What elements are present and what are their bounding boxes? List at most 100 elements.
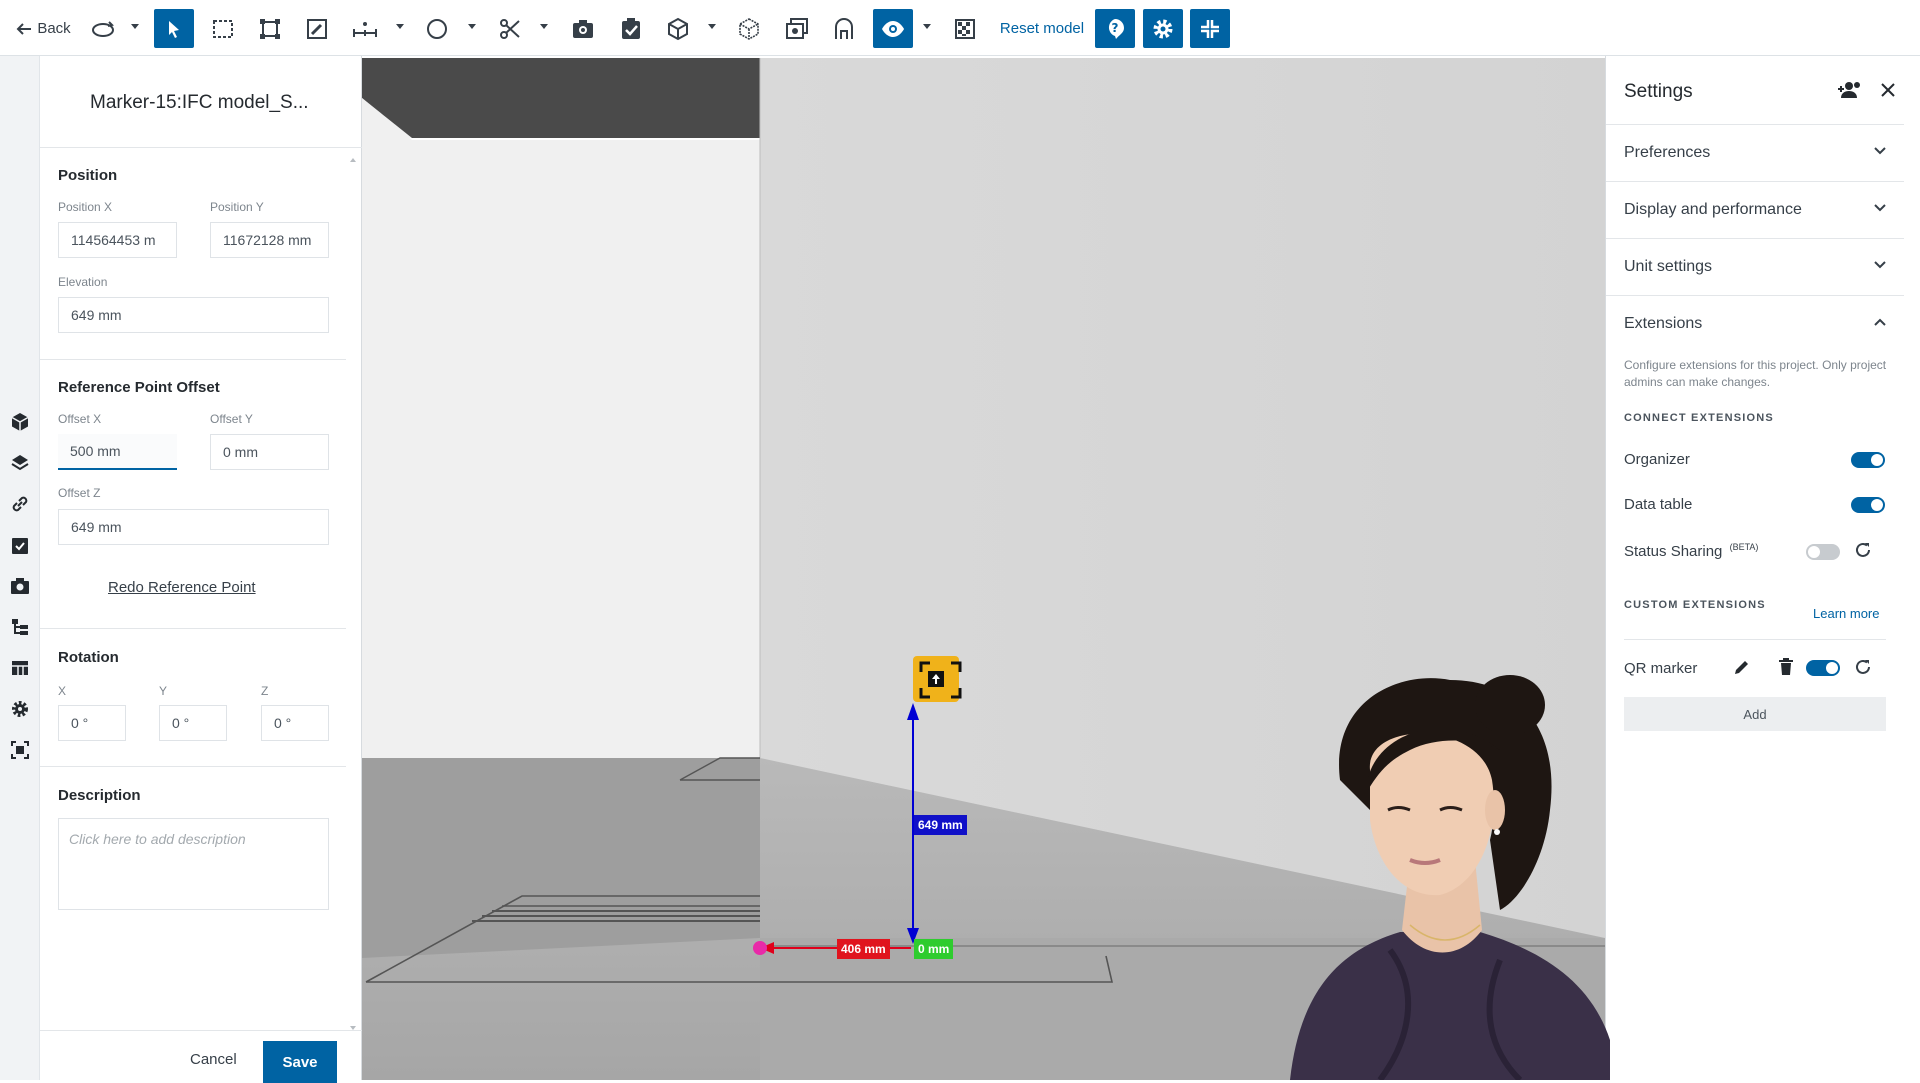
help-button[interactable]: ?	[1095, 9, 1135, 48]
spaces-button[interactable]	[829, 9, 859, 48]
chevron-down-icon[interactable]	[923, 24, 931, 29]
z-dimension-label: 649 mm	[914, 815, 967, 835]
presenter-blouse	[1290, 932, 1610, 1080]
shape-tool-button[interactable]	[422, 9, 452, 48]
accordion-unit-settings[interactable]: Unit settings	[1606, 239, 1904, 296]
settings-button[interactable]	[1143, 9, 1183, 48]
cursor-arrow-icon	[169, 20, 179, 38]
select-tool-button[interactable]	[154, 9, 194, 48]
trash-icon[interactable]	[1778, 658, 1794, 676]
rail-links-button[interactable]	[6, 490, 34, 518]
description-textarea[interactable]: Click here to add description	[58, 818, 329, 910]
position-y-input[interactable]: 11672128 mm	[210, 222, 329, 258]
chevron-down-icon	[1874, 204, 1886, 212]
reset-model-button[interactable]: Reset model	[992, 9, 1092, 48]
qr-marker-toggle[interactable]	[1806, 660, 1840, 676]
views-button[interactable]	[782, 9, 812, 48]
collapse-button[interactable]	[1190, 9, 1230, 48]
chevron-down-icon[interactable]	[468, 24, 476, 29]
redo-reference-point-link[interactable]: Redo Reference Point	[108, 579, 256, 596]
orbit-tool-button[interactable]	[88, 9, 118, 48]
rail-todos-button[interactable]	[6, 531, 34, 559]
refresh-icon[interactable]	[1854, 658, 1872, 676]
rail-snapshots-button[interactable]	[6, 572, 34, 600]
clip-tool-button[interactable]	[495, 9, 525, 48]
organizer-toggle[interactable]	[1851, 452, 1885, 468]
ghost-mode-button[interactable]	[734, 9, 764, 48]
cancel-button[interactable]: Cancel	[190, 1051, 237, 1068]
cog-badge-icon	[12, 701, 28, 717]
rotation-y-input[interactable]: 0 °	[159, 705, 227, 741]
accordion-label: Display and performance	[1624, 201, 1802, 218]
learn-more-link[interactable]: Learn more	[1813, 606, 1879, 621]
arrow-left-icon	[16, 22, 32, 35]
collapse-arrows-icon	[1201, 19, 1219, 38]
toggle-knob	[1808, 546, 1820, 558]
orbit-icon	[92, 20, 114, 37]
offset-x-label: Offset X	[58, 412, 102, 426]
checkerboard-icon	[955, 18, 975, 39]
chevron-down-icon	[1874, 261, 1886, 269]
rail-qr-marker-button[interactable]	[6, 736, 34, 764]
position-x-input[interactable]: 114564453 m	[58, 222, 177, 258]
tree-list-icon	[12, 619, 28, 635]
cube-icon	[668, 17, 688, 40]
pencil-icon[interactable]	[1733, 658, 1751, 676]
data-table-toggle[interactable]	[1851, 497, 1885, 513]
checkerboard-button[interactable]	[950, 9, 980, 48]
chevron-down-icon[interactable]	[708, 24, 716, 29]
toggle-knob	[1826, 662, 1838, 674]
rail-data-table-button[interactable]	[6, 654, 34, 682]
position-section-title: Position	[58, 167, 118, 184]
measure-icon	[353, 21, 377, 37]
back-label: Back	[37, 20, 71, 37]
status-sharing-toggle[interactable]	[1806, 544, 1840, 560]
close-icon[interactable]	[1881, 83, 1895, 97]
rail-organizer-button[interactable]	[6, 613, 34, 641]
snapshot-button[interactable]	[568, 9, 598, 48]
measure-tool-button[interactable]	[350, 9, 380, 48]
layers-icon	[11, 455, 29, 471]
refresh-icon[interactable]	[1854, 541, 1872, 559]
fit-selection-button[interactable]	[255, 9, 285, 48]
chevron-down-icon[interactable]	[396, 24, 404, 29]
qr-scan-icon	[11, 741, 29, 759]
accordion-display-performance[interactable]: Display and performance	[1606, 182, 1904, 239]
save-button[interactable]: Save	[263, 1041, 337, 1083]
accordion-label: Preferences	[1624, 144, 1711, 161]
rail-models-button[interactable]	[6, 408, 34, 436]
add-user-icon[interactable]	[1836, 80, 1862, 100]
chevron-down-icon[interactable]	[131, 24, 139, 29]
chevron-down-icon	[1874, 147, 1886, 155]
rotation-y-label: Y	[159, 684, 168, 698]
rail-status-button[interactable]	[6, 695, 34, 723]
box-select-button[interactable]	[208, 9, 238, 48]
accordion-preferences[interactable]: Preferences	[1606, 125, 1904, 182]
rotation-z-input[interactable]: 0 °	[261, 705, 329, 741]
back-button[interactable]: Back	[10, 9, 76, 48]
object-tool-button[interactable]	[663, 9, 693, 48]
offset-x-input[interactable]: 500 mm	[58, 434, 177, 470]
accordion-extensions[interactable]: Extensions	[1606, 296, 1904, 353]
panel-scrollbar[interactable]	[349, 154, 357, 1034]
rotation-x-input[interactable]: 0 °	[58, 705, 126, 741]
reference-point[interactable]	[753, 941, 767, 955]
offset-z-label: Offset Z	[58, 486, 101, 500]
visibility-button[interactable]	[873, 9, 913, 48]
transparent-cube-icon	[739, 17, 759, 40]
rail-layers-button[interactable]	[6, 449, 34, 477]
presenter-webcam-overlay	[1290, 675, 1610, 1080]
markup-tool-button[interactable]	[302, 9, 332, 48]
add-extension-button[interactable]: Add	[1624, 697, 1886, 731]
rotation-section-title: Rotation	[58, 649, 119, 666]
offset-z-input[interactable]: 649 mm	[58, 509, 329, 545]
marker-panel-header: Marker-15:IFC model_S...	[40, 56, 362, 148]
chevron-down-icon[interactable]	[540, 24, 548, 29]
offset-y-input[interactable]: 0 mm	[210, 434, 329, 470]
elevation-input[interactable]: 649 mm	[58, 297, 329, 333]
y-dimension-label: 0 mm	[914, 939, 954, 959]
panel-footer: Cancel Save	[40, 1030, 362, 1083]
todo-button[interactable]	[616, 9, 646, 48]
help-bubble-icon: ?	[1108, 18, 1124, 39]
qr-marker-object[interactable]	[913, 656, 962, 702]
